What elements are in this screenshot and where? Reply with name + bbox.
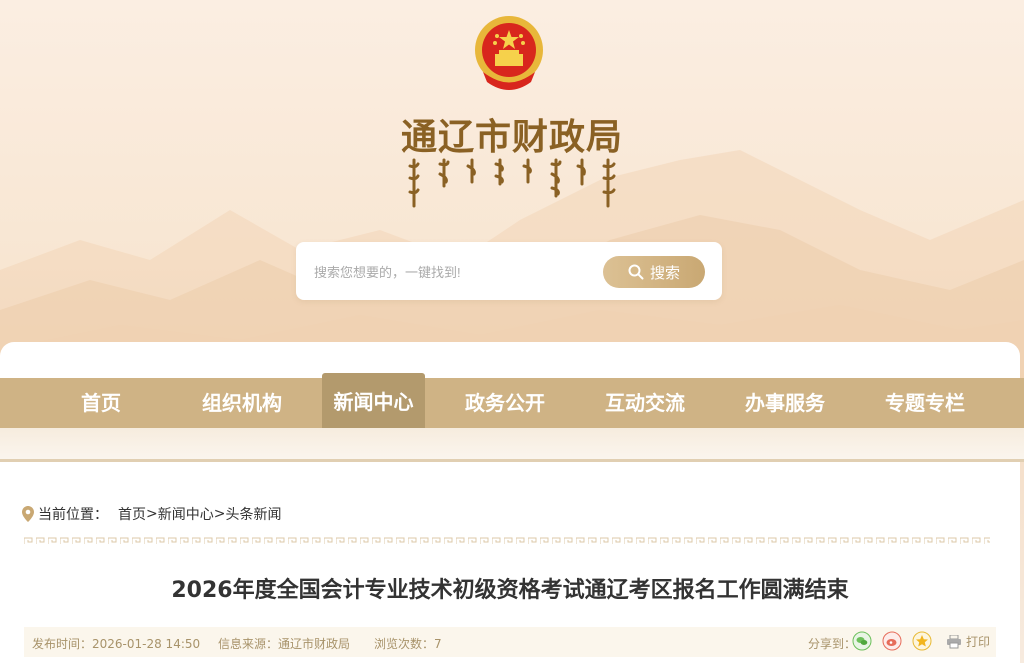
breadcrumb-separator: >	[146, 506, 158, 522]
search-button[interactable]: 搜索	[603, 256, 705, 288]
nav-item-special-topics[interactable]: 专题专栏	[875, 378, 975, 428]
info-source: 信息来源：通辽市财政局	[218, 637, 351, 651]
breadcrumb-separator: >	[213, 506, 226, 522]
search-icon	[628, 264, 644, 280]
print-button[interactable]: 打印	[946, 633, 990, 650]
qzone-star-icon[interactable]	[912, 631, 932, 651]
article-title: 2026年度全国会计专业技术初级资格考试通辽考区报名工作圆满结束	[171, 578, 849, 603]
nav-item-government-affairs[interactable]: 政务公开	[455, 378, 555, 428]
search-button-label: 搜索	[649, 263, 680, 282]
breadcrumb-news-center[interactable]: 新闻中心	[158, 504, 214, 524]
printer-icon	[947, 634, 961, 648]
share-label: 分享到：	[808, 637, 857, 651]
decorative-divider	[24, 537, 990, 545]
nav-divider	[0, 459, 1024, 462]
nav-item-news-center[interactable]: 新闻中心	[322, 373, 425, 431]
main-nav: 首页 组织机构 新闻中心 政务公开 互动交流 办事服务 专题专栏	[0, 373, 1024, 431]
nav-item-home[interactable]: 首页	[60, 378, 142, 428]
article-meta-bar: 发布时间：2026-01-28 14:50 信息来源：通辽市财政局 浏览次数：7…	[24, 627, 996, 657]
breadcrumb-home[interactable]: 首页	[118, 504, 146, 524]
breadcrumb: 当前位置： 首页 > 新闻中心 > 头条新闻	[22, 504, 281, 524]
nav-shadow	[0, 428, 1024, 462]
search-box: 搜索	[296, 242, 722, 300]
view-count: 浏览次数：7	[374, 637, 442, 651]
search-input[interactable]	[312, 258, 586, 286]
breadcrumb-headlines[interactable]: 头条新闻	[225, 504, 281, 524]
nav-item-interaction[interactable]: 互动交流	[595, 378, 695, 428]
location-pin-icon	[22, 506, 34, 522]
print-label: 打印	[966, 635, 991, 649]
wechat-icon[interactable]	[852, 631, 872, 651]
nav-item-services[interactable]: 办事服务	[735, 378, 835, 428]
weibo-icon[interactable]	[882, 631, 902, 651]
breadcrumb-label: 当前位置：	[38, 507, 108, 523]
publish-time: 发布时间：2026-01-28 14:50	[32, 637, 201, 651]
mongolian-script-title	[408, 158, 616, 208]
nav-item-organization[interactable]: 组织机构	[192, 378, 292, 428]
national-emblem-icon	[475, 16, 543, 90]
site-title: 通辽市财政局	[400, 116, 623, 158]
